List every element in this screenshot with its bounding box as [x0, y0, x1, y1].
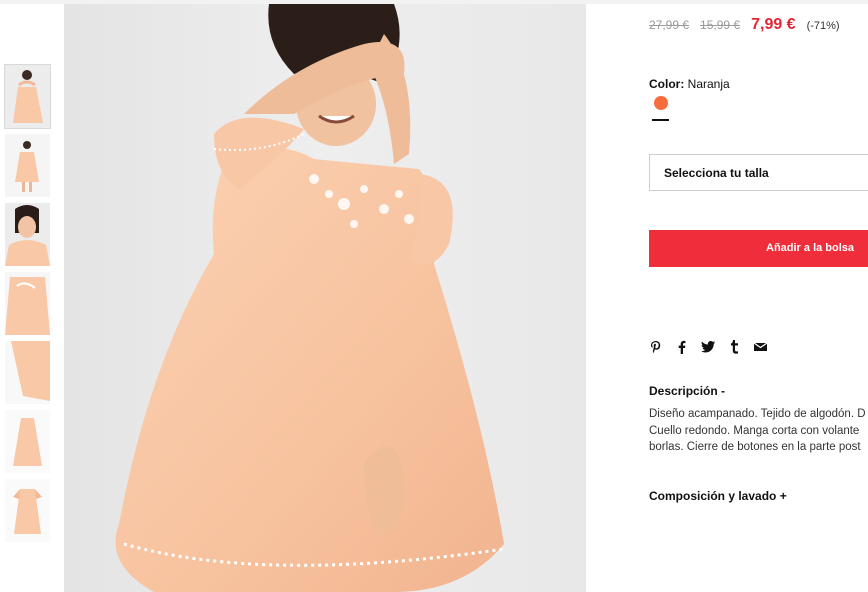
color-label: Color:	[649, 77, 685, 91]
tumblr-icon[interactable]	[727, 340, 741, 354]
discount-badge: (-71%)	[806, 20, 840, 32]
twitter-icon[interactable]	[701, 340, 715, 354]
description-line: Diseño acampanado. Tejido de algodón. D	[649, 408, 866, 420]
main-product-image	[64, 4, 586, 592]
original-price: 27,99 €	[649, 18, 690, 32]
description-line: borlas. Cierre de botones en la parte po…	[649, 441, 861, 453]
size-select-placeholder: Selecciona tu talla	[664, 166, 769, 180]
add-to-bag-label: Añadir a la bolsa	[766, 242, 855, 254]
composition-toggle[interactable]: Composición y lavado +	[649, 489, 787, 503]
pinterest-icon[interactable]	[649, 340, 663, 354]
selected-swatch-indicator	[652, 119, 669, 121]
thumbnail-2[interactable]	[5, 134, 50, 197]
color-swatch-naranja[interactable]	[654, 96, 668, 110]
thumbnail-1[interactable]	[4, 64, 51, 129]
product-details-panel: 27,99 € 15,99 € 7,99 € (-71%) Color: Nar…	[649, 0, 868, 592]
color-info: Color: Naranja	[649, 77, 730, 91]
thumbnail-3[interactable]	[5, 203, 50, 266]
email-icon[interactable]	[753, 340, 767, 354]
previous-price: 15,99 €	[700, 18, 741, 32]
size-select[interactable]: Selecciona tu talla	[649, 154, 868, 191]
thumbnail-4[interactable]	[5, 272, 50, 335]
description-text: Diseño acampanado. Tejido de algodón. D …	[649, 406, 868, 456]
thumbnail-5[interactable]	[5, 341, 50, 404]
price-row: 27,99 € 15,99 € 7,99 € (-71%)	[649, 16, 840, 34]
description-toggle[interactable]: Descripción -	[649, 384, 725, 398]
add-to-bag-button[interactable]: Añadir a la bolsa	[649, 230, 868, 267]
color-value: Naranja	[687, 77, 730, 91]
share-bar	[649, 339, 779, 355]
thumbnail-7[interactable]	[5, 479, 50, 542]
thumbnail-6[interactable]	[5, 410, 50, 473]
facebook-icon[interactable]	[675, 340, 689, 354]
description-line: Cuello redondo. Manga corta con volante	[649, 424, 860, 437]
sale-price: 7,99 €	[751, 16, 796, 33]
